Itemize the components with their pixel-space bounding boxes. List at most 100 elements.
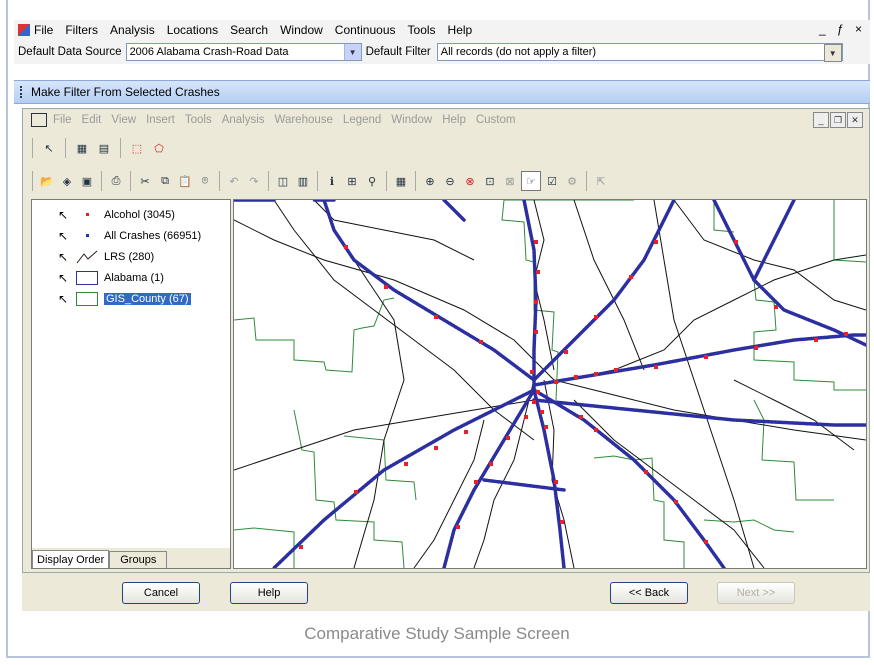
gis-menu-custom[interactable]: Custom	[476, 114, 516, 126]
full-extent-icon[interactable]: ⊡	[481, 172, 499, 190]
toolbar-separator	[415, 171, 416, 191]
print-icon[interactable]: ⎙	[107, 172, 125, 190]
camera-icon[interactable]: ⌾	[196, 172, 214, 190]
menu-locations[interactable]: Locations	[167, 23, 218, 37]
zoom-layer-icon[interactable]: ⊠	[501, 172, 519, 190]
layer-item[interactable]: ↖ LRS (280)	[32, 246, 230, 267]
menu-help[interactable]: Help	[448, 23, 473, 37]
task-band-title: Make Filter From Selected Crashes	[31, 85, 220, 99]
zoom-out-icon[interactable]: ⊖	[441, 172, 459, 190]
blue-dot-icon	[76, 229, 98, 243]
chevron-down-icon[interactable]: ▼	[823, 44, 842, 62]
add-layer-icon[interactable]: ◈	[58, 172, 76, 190]
gis-menu-file[interactable]: File	[53, 114, 72, 126]
gis-window-controls: _ ❐ ✕	[813, 112, 863, 128]
menu-file[interactable]: File	[34, 23, 53, 37]
tab-groups[interactable]: Groups	[109, 551, 168, 568]
pointer-icon: ↖	[58, 249, 69, 264]
layer-item[interactable]: ↖ Alabama (1)	[32, 267, 230, 288]
map-drawing	[234, 200, 866, 568]
redo-icon[interactable]: ↷	[245, 172, 263, 190]
menu-search[interactable]: Search	[230, 23, 268, 37]
toolbar-separator	[386, 171, 387, 191]
table-icon[interactable]: ▥	[294, 172, 312, 190]
gis-menu-warehouse[interactable]: Warehouse	[275, 114, 333, 126]
layer-props-icon[interactable]: ◫	[274, 172, 292, 190]
settings-icon[interactable]: ⚙	[563, 172, 581, 190]
slide-caption: Comparative Study Sample Screen	[304, 624, 570, 643]
gis-menu-legend[interactable]: Legend	[343, 114, 381, 126]
layer-item[interactable]: ↖ All Crashes (66951)	[32, 225, 230, 246]
gis-menu-help[interactable]: Help	[442, 114, 466, 126]
chart-icon[interactable]: ⇱	[592, 172, 610, 190]
toolbar-separator	[219, 171, 220, 191]
gis-menu-edit[interactable]: Edit	[82, 114, 102, 126]
toolbar-separator	[101, 171, 102, 191]
toolbar-separator	[65, 138, 66, 158]
default-filter-select[interactable]: All records (do not apply a filter) ▼	[436, 43, 843, 62]
layer-label: All Crashes (66951)	[104, 229, 202, 242]
select-features-icon[interactable]: ▦	[73, 139, 91, 157]
refresh-icon[interactable]: ☑	[543, 172, 561, 190]
gis-menu-view[interactable]: View	[111, 114, 136, 126]
menu-continuous[interactable]: Continuous	[335, 23, 396, 37]
back-button[interactable]: << Back	[610, 582, 688, 604]
menu-window[interactable]: Window	[280, 23, 323, 37]
grip-icon[interactable]	[20, 86, 25, 98]
gis-menubar: File Edit View Insert Tools Analysis War…	[23, 109, 869, 131]
next-button[interactable]: Next >>	[717, 582, 795, 604]
menu-analysis[interactable]: Analysis	[110, 23, 155, 37]
zoom-in-icon[interactable]: ⊕	[421, 172, 439, 190]
gis-menu-analysis[interactable]: Analysis	[222, 114, 265, 126]
toolbar-separator	[120, 138, 121, 158]
pointer-icon[interactable]: ↖	[40, 139, 58, 157]
menu-filters[interactable]: Filters	[65, 23, 98, 37]
chevron-down-icon[interactable]: ▼	[343, 44, 361, 60]
data-source-value: 2006 Alabama Crash-Road Data	[129, 46, 289, 58]
minimize-icon[interactable]: _	[813, 112, 829, 128]
restore-icon[interactable]: ❐	[830, 112, 846, 128]
menu-tools[interactable]: Tools	[408, 23, 436, 37]
map-canvas[interactable]	[233, 199, 867, 569]
data-source-select[interactable]: 2006 Alabama Crash-Road Data ▼	[125, 43, 362, 61]
save-map-icon[interactable]: ▣	[78, 172, 96, 190]
tab-display-order[interactable]: Display Order	[32, 550, 110, 568]
window-controls[interactable]: _ ƒ ×	[819, 22, 866, 36]
toolbar-separator	[317, 171, 318, 191]
app-icon	[18, 24, 30, 36]
undo-icon[interactable]: ↶	[225, 172, 243, 190]
pointer-icon: ↖	[58, 270, 69, 285]
zoom-prev-icon[interactable]: ⊗	[461, 172, 479, 190]
layer-list: ↖ Alcohol (3045) ↖ All Crashes (66951) ↖…	[31, 199, 231, 569]
open-map-icon[interactable]: 📂	[38, 172, 56, 190]
pan-icon[interactable]: ☞	[521, 171, 541, 191]
map-app-icon	[31, 113, 47, 127]
crash-points	[299, 240, 848, 549]
wizard-button-bar: Cancel Help << Back Next >>	[22, 573, 870, 611]
toolbar-separator	[32, 171, 33, 191]
cut-icon[interactable]: ✂	[136, 172, 154, 190]
toolbar-separator	[130, 171, 131, 191]
layer-item[interactable]: ↖ GIS_County (67)	[32, 288, 230, 309]
polygon-box-icon	[76, 291, 98, 306]
toolbar-separator	[586, 171, 587, 191]
layer-item[interactable]: ↖ Alcohol (3045)	[32, 204, 230, 225]
query-icon[interactable]: ⊞	[343, 172, 361, 190]
close-icon[interactable]: ✕	[847, 112, 863, 128]
default-filter-value: All records (do not apply a filter)	[440, 46, 597, 58]
toolbar-separator	[268, 171, 269, 191]
calendar-icon[interactable]: ▦	[392, 172, 410, 190]
toolbar-separator	[32, 138, 33, 158]
gis-menu-tools[interactable]: Tools	[185, 114, 212, 126]
paste-icon[interactable]: 📋	[176, 172, 194, 190]
select-features-alt-icon[interactable]: ▤	[95, 139, 113, 157]
copy-icon[interactable]: ⧉	[156, 172, 174, 190]
gis-menu-insert[interactable]: Insert	[146, 114, 175, 126]
cancel-button[interactable]: Cancel	[122, 582, 200, 604]
select-polygon-icon[interactable]: ⬠	[150, 139, 168, 157]
identify-icon[interactable]: ℹ	[323, 172, 341, 190]
gis-menu-window[interactable]: Window	[391, 114, 432, 126]
select-rectangle-icon[interactable]: ⬚	[128, 139, 146, 157]
help-button[interactable]: Help	[230, 582, 308, 604]
find-icon[interactable]: ⚲	[363, 172, 381, 190]
